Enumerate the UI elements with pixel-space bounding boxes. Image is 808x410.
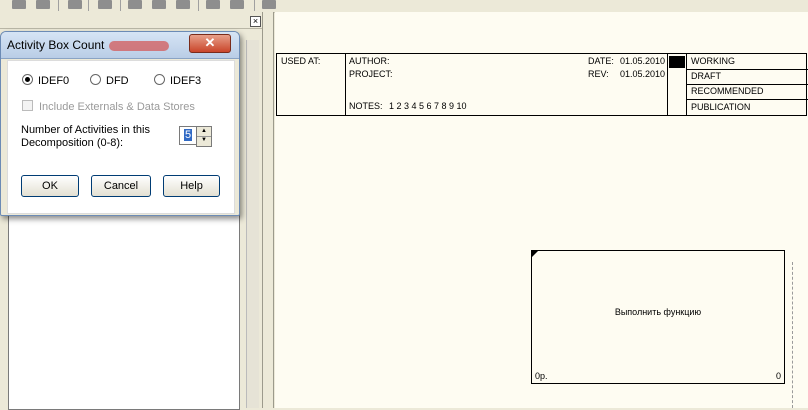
status-draft: DRAFT xyxy=(691,71,721,81)
include-externals-checkbox[interactable]: Include Externals & Data Stores xyxy=(22,100,195,113)
box-corner-mark xyxy=(532,251,538,257)
used-at-label: USED AT: xyxy=(281,56,321,66)
date-value: 01.05.2010 xyxy=(620,56,666,66)
radio-dfd-dot-icon xyxy=(90,74,101,85)
activity-box-count-dialog: Activity Box Count ✕ IDEF0 DFD IDEF3 Inc… xyxy=(0,31,240,216)
panel-splitter[interactable] xyxy=(262,12,274,408)
dialog-title-bar[interactable]: Activity Box Count ✕ xyxy=(1,32,239,59)
num-activities-label: Number of Activities in this Decompositi… xyxy=(21,124,161,150)
dialog-body: IDEF0 DFD IDEF3 Include Externals & Data… xyxy=(7,60,235,214)
toolbar-separator xyxy=(198,0,199,11)
toolbar-separator xyxy=(254,0,255,11)
status-recommended: RECOMMENDED xyxy=(691,86,764,96)
dialog-title: Activity Box Count xyxy=(7,38,105,52)
author-label: AUTHOR: xyxy=(349,56,390,66)
status-publication: PUBLICATION xyxy=(691,102,751,112)
num-activities-label-line2: Decomposition (0-8): xyxy=(21,137,124,149)
help-button[interactable]: Help xyxy=(163,175,220,197)
toolbar-button-icon[interactable] xyxy=(176,0,190,9)
checkbox-box-icon xyxy=(22,100,33,111)
diagram-header-frame: USED AT: AUTHOR: PROJECT: NOTES: 1 2 3 4… xyxy=(276,53,808,116)
toolbar-button-icon[interactable] xyxy=(12,0,26,9)
radio-idef3-label: IDEF3 xyxy=(170,75,202,87)
radio-idef3[interactable]: IDEF3 xyxy=(154,74,201,87)
panel-header: × xyxy=(0,12,262,29)
radio-idef0-label: IDEF0 xyxy=(38,75,70,87)
toolbar-separator xyxy=(120,0,121,11)
redacted-mark xyxy=(109,41,169,51)
stepper-down-icon[interactable]: ▼ xyxy=(197,136,211,145)
date-label: DATE: xyxy=(588,56,614,66)
notes-label: NOTES: xyxy=(349,101,383,111)
toolbar-button-icon[interactable] xyxy=(128,0,142,9)
radio-dfd[interactable]: DFD xyxy=(90,74,129,87)
rev-label: REV: xyxy=(588,69,609,79)
toolbar-button-icon[interactable] xyxy=(262,0,276,9)
toolbar-button-icon[interactable] xyxy=(36,0,50,9)
toolbar-button-icon[interactable] xyxy=(98,0,112,9)
num-activities-input[interactable]: 5 xyxy=(179,126,197,145)
radio-dfd-label: DFD xyxy=(106,75,129,87)
activity-box-label: Выполнить функцию xyxy=(614,307,702,317)
ok-button[interactable]: OK xyxy=(21,175,79,197)
cancel-button[interactable]: Cancel xyxy=(91,175,151,197)
working-status-marker xyxy=(669,56,685,68)
project-label: PROJECT: xyxy=(349,69,393,79)
status-working: WORKING xyxy=(691,56,735,66)
activity-box-node: 0р. xyxy=(535,371,548,381)
toolbar-button-icon[interactable] xyxy=(152,0,166,9)
rev-value: 01.05.2010 xyxy=(620,69,666,79)
num-activities-label-line1: Number of Activities in this xyxy=(21,124,150,136)
toolbar-button-icon[interactable] xyxy=(230,0,244,9)
radio-idef0-dot-icon xyxy=(22,74,33,85)
activity-box-number: 0 xyxy=(775,371,781,381)
toolbar-separator xyxy=(58,0,59,11)
diagram-canvas[interactable]: USED AT: AUTHOR: PROJECT: NOTES: 1 2 3 4… xyxy=(275,12,808,408)
toolbar-separator xyxy=(88,0,89,11)
panel-scrollbar[interactable] xyxy=(246,40,259,408)
num-activities-stepper[interactable]: ▲ ▼ xyxy=(196,126,212,147)
dialog-close-button[interactable]: ✕ xyxy=(189,34,231,53)
radio-idef0[interactable]: IDEF0 xyxy=(22,74,69,87)
toolbar-button-icon[interactable] xyxy=(206,0,220,9)
notes-numbers: 1 2 3 4 5 6 7 8 9 10 xyxy=(389,101,467,111)
num-activities-value: 5 xyxy=(183,129,193,141)
panel-close-button[interactable]: × xyxy=(250,16,261,27)
page-boundary-line xyxy=(792,262,794,408)
activity-box[interactable]: Выполнить функцию 0р. 0 xyxy=(531,250,785,384)
include-externals-label: Include Externals & Data Stores xyxy=(39,101,195,113)
toolbar-button-icon[interactable] xyxy=(68,0,82,9)
radio-idef3-dot-icon xyxy=(154,74,165,85)
